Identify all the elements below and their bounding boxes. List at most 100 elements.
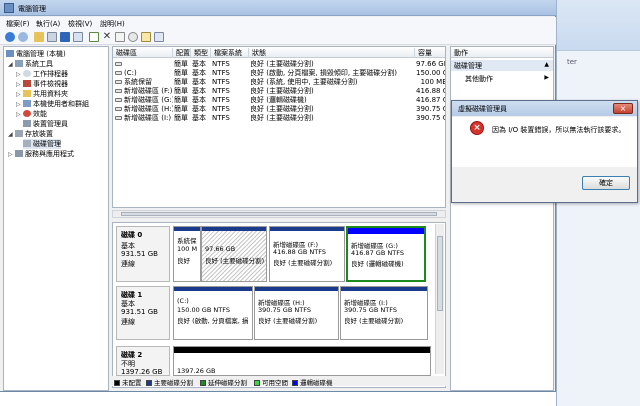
tree-item-disk-management[interactable]: 磁碟管理 [23,139,61,149]
partition-i[interactable]: 新增磁碟區 (I:) 390.75 GB NTFS 良好 (主要磁碟分割) [340,286,428,340]
back-arrow-icon[interactable] [5,32,15,42]
table-cell-layout: 簡單 [174,69,188,77]
show-tree-icon[interactable] [47,32,57,42]
table-cell-name: 系統保留 [115,78,173,87]
table-row[interactable]: 新增磁碟區 (I:) 簡單 基本 NTFS 良好 (主要磁碟分割) 390.75 G [113,114,446,123]
computer-management-icon [4,3,14,13]
expand-arrow-icon[interactable]: ▷ [8,151,15,158]
close-button[interactable]: × [613,103,633,114]
tree-item-local-users[interactable]: ▷ 本機使用者和群組 [16,99,89,109]
tree-item-root[interactable]: 電腦管理 (本機) [6,49,66,59]
tree-item-event-viewer[interactable]: ▷ 事件檢視器 [16,79,68,89]
properties-page-icon[interactable] [115,32,125,42]
disk-1-info[interactable]: 磁碟 1 基本 931.51 GB 連線 [116,286,170,340]
scrollbar-thumb[interactable] [121,212,437,216]
collapse-arrow-icon[interactable]: ◢ [8,131,15,138]
event-viewer-icon [23,80,31,87]
partition-g-selected[interactable]: 新增磁碟區 (G:) 416.87 GB NTFS 良好 (邏輯磁碟機) [346,226,426,282]
search-icon[interactable] [128,32,138,42]
table-cell-status: 良好 (主要磁碟分割) [250,87,314,95]
table-cell-capacity: 416.87 G [416,96,446,104]
disk-2-size: 1397.26 GB [121,368,163,376]
disk-0-info[interactable]: 磁碟 0 基本 931.51 GB 連線 [116,226,170,282]
help-icon[interactable] [60,32,70,42]
table-row[interactable]: 新增磁碟區 (F:) 簡單 基本 NTFS 良好 (主要磁碟分割) 416.88 G [113,87,445,96]
table-row[interactable]: 新增磁碟區 (H:) 簡單 基本 NTFS 良好 (主要磁碟分割) 390.75 G [113,105,446,114]
table-cell-status: 良好 (系統, 使用中, 主要磁碟分割) [250,78,358,86]
table-cell-capacity: 390.75 G [416,114,446,122]
expand-arrow-icon[interactable]: ▷ [16,71,23,78]
device-manager-icon [23,120,31,127]
window-titlebar[interactable]: 電腦管理 [0,0,556,16]
column-layout[interactable]: 配置 [173,48,191,58]
table-cell-type: 基本 [192,114,206,122]
table-row[interactable]: 新增磁碟區 (G:) 簡單 基本 NTFS 良好 (邏輯磁碟機) 416.87 G [113,96,446,105]
column-volume[interactable]: 磁碟區 [113,48,173,58]
partition-unallocated[interactable]: 1397.26 GB [173,346,431,376]
submenu-arrow-icon[interactable]: ▶ [544,74,549,81]
delete-icon[interactable]: ✕ [102,32,112,42]
partition-system-reserved[interactable]: 系統保 100 M 良好 [173,226,201,282]
tree-item-services[interactable]: ▷ 服務與應用程式 [8,149,74,159]
table-row[interactable]: 簡單 基本 NTFS 良好 (主要磁碟分割) 97.66 GB [113,60,445,69]
menu-bar: 檔案(F) 執行(A) 檢視(V) 說明(H) [0,17,556,29]
dialog-titlebar[interactable]: 虛擬磁碟管理員 × [452,101,637,116]
view-icon[interactable] [154,32,164,42]
partition-f[interactable]: 新增磁碟區 (F:) 416.88 GB NTFS 良好 (主要磁碟分割) [269,226,345,282]
column-status[interactable]: 狀態 [249,48,415,58]
table-cell-layout: 簡單 [174,60,188,68]
table-cell-layout: 簡單 [174,96,188,104]
disk-2-info[interactable]: 磁碟 2 不明 1397.26 GB [116,346,170,376]
drive-icon [115,71,122,75]
expand-arrow-icon[interactable]: ▷ [16,101,23,108]
column-type[interactable]: 類型 [191,48,211,58]
column-filesystem[interactable]: 檔案系統 [211,48,249,58]
partition-unlabeled[interactable]: 97.66 GB 良好 (主要磁碟分割) [201,226,267,282]
scrollbar-thumb[interactable] [437,236,443,311]
tree-item-performance[interactable]: ▷ 效能 [16,109,47,119]
table-cell-capacity: 390.75 G [416,105,446,113]
menu-help[interactable]: 說明(H) [100,19,125,29]
table-row[interactable]: (C:) 簡單 基本 NTFS 良好 (啟動, 分頁檔案, 損毀傾印, 主要磁碟分割) 1… [113,69,445,78]
table-cell-layout: 簡單 [174,78,188,86]
new-icon[interactable] [141,32,151,42]
table-cell-type: 基本 [192,69,206,77]
menu-file[interactable]: 檔案(F) [6,19,30,29]
actions-section-disk-management[interactable]: 磁碟管理 ▲ [451,60,553,71]
expand-arrow-icon[interactable]: ▷ [16,81,23,88]
legend-extended: 延伸磁碟分割 [200,377,247,387]
expand-arrow-icon[interactable]: ▷ [16,111,23,118]
column-capacity[interactable]: 容量 [415,48,445,58]
table-cell-name: 新增磁碟區 (I:) [115,114,173,123]
action-more[interactable]: 其他動作 [465,74,493,84]
background-divider [557,50,640,51]
table-row[interactable]: 系統保留 簡單 基本 NTFS 良好 (系統, 使用中, 主要磁碟分割) 100 MB [113,78,445,87]
menu-view[interactable]: 檢視(V) [68,19,92,29]
tree-item-storage[interactable]: ◢ 存放裝置 [8,129,53,139]
horizontal-scrollbar[interactable] [112,210,446,218]
ok-button[interactable]: 確定 [582,176,630,190]
error-dialog: 虛擬磁碟管理員 × × 因為 I/O 裝置錯誤，所以無法執行該要求。 確定 [451,100,638,203]
tree-item-system-tools[interactable]: ◢ 系統工具 [8,59,53,69]
tree-item-device-manager[interactable]: 裝置管理員 [23,119,68,129]
menu-action[interactable]: 執行(A) [36,19,60,29]
table-cell-status: 良好 (啟動, 分頁檔案, 損毀傾印, 主要磁碟分割) [250,69,398,77]
users-icon [23,100,31,107]
disk-1-size: 931.51 GB [121,308,158,316]
forward-arrow-icon[interactable] [18,32,28,42]
table-cell-status: 良好 (主要磁碟分割) [250,60,314,68]
table-cell-layout: 簡單 [174,87,188,95]
clock-icon [23,70,31,77]
collapse-arrow-icon[interactable]: ◢ [8,61,15,68]
up-folder-icon[interactable] [34,32,44,42]
collapse-triangle-icon[interactable]: ▲ [544,61,549,68]
tools-icon [15,60,23,67]
tree-item-task-scheduler[interactable]: ▷ 工作排程器 [16,69,68,79]
properties-icon[interactable] [73,32,83,42]
partition-h[interactable]: 新增磁碟區 (H:) 390.75 GB NTFS 良好 (主要磁碟分割) [254,286,339,340]
expand-arrow-icon[interactable]: ▷ [16,91,23,98]
vertical-scrollbar[interactable] [435,224,444,374]
tree-item-shared-folders[interactable]: ▷ 共用資料夾 [16,89,68,99]
connect-icon[interactable] [89,32,99,42]
partition-c[interactable]: (C:) 150.00 GB NTFS 良好 (啟動, 分頁檔案, 損 [173,286,253,340]
